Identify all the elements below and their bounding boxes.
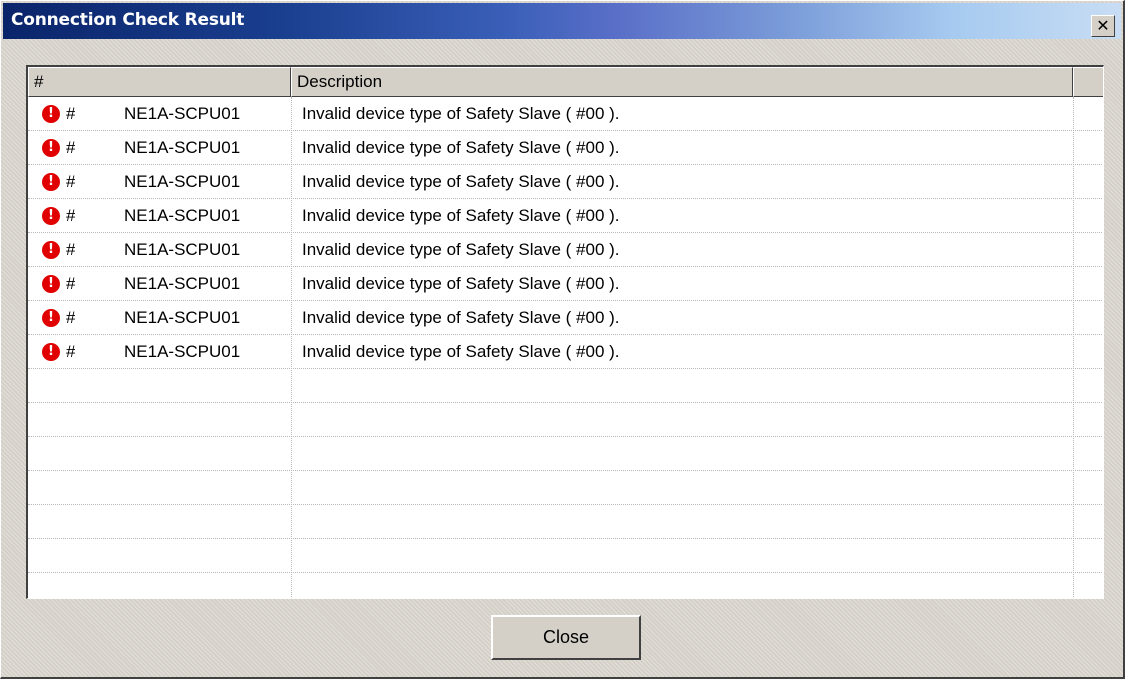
list-header: # Description — [28, 67, 1103, 97]
row-number: # — [66, 206, 76, 225]
error-icon: ! — [42, 173, 60, 191]
column-divider — [291, 97, 292, 598]
device-name: NE1A-SCPU01 — [124, 206, 241, 225]
column-header-number[interactable]: # — [28, 67, 291, 97]
row-number: # — [66, 172, 76, 191]
device-name: NE1A-SCPU01 — [124, 274, 241, 293]
window-close-button[interactable]: ✕ — [1091, 15, 1115, 37]
empty-row — [28, 505, 1103, 539]
row-number: # — [66, 308, 76, 327]
row-number: # — [66, 104, 76, 123]
description: Invalid device type of Safety Slave ( #0… — [302, 240, 620, 259]
empty-row — [28, 369, 1103, 403]
column-divider — [1073, 97, 1074, 598]
device-name: NE1A-SCPU01 — [124, 342, 241, 361]
description: Invalid device type of Safety Slave ( #0… — [302, 308, 620, 327]
table-row[interactable]: ! # NE1A-SCPU01 Invalid device type of Safe… — [28, 131, 1103, 165]
empty-row — [28, 539, 1103, 573]
connection-check-dialog: Connection Check Result ✕ # Description … — [0, 0, 1125, 679]
row-number: # — [66, 240, 76, 259]
description: Invalid device type of Safety Slave ( #0… — [302, 274, 620, 293]
column-header-description[interactable]: Description — [291, 67, 1073, 97]
row-number: # — [66, 274, 76, 293]
device-name: NE1A-SCPU01 — [124, 240, 241, 259]
close-icon: ✕ — [1096, 16, 1110, 35]
table-row[interactable]: ! # NE1A-SCPU01 Invalid device type of Safe… — [28, 199, 1103, 233]
description: Invalid device type of Safety Slave ( #0… — [302, 104, 620, 123]
empty-row — [28, 403, 1103, 437]
error-icon: ! — [42, 207, 60, 225]
error-icon: ! — [42, 139, 60, 157]
title-bar[interactable]: Connection Check Result — [3, 3, 1121, 39]
table-row[interactable]: ! # NE1A-SCPU01 Invalid device type of Safe… — [28, 233, 1103, 267]
description: Invalid device type of Safety Slave ( #0… — [302, 172, 620, 191]
error-icon: ! — [42, 105, 60, 123]
close-button[interactable]: Close — [491, 615, 641, 660]
row-number: # — [66, 342, 76, 361]
error-icon: ! — [42, 275, 60, 293]
column-header-extra[interactable] — [1073, 67, 1103, 97]
error-icon: ! — [42, 343, 60, 361]
empty-row — [28, 471, 1103, 505]
table-row[interactable]: ! # NE1A-SCPU01 Invalid device type of Safe… — [28, 301, 1103, 335]
device-name: NE1A-SCPU01 — [124, 104, 241, 123]
error-icon: ! — [42, 309, 60, 327]
empty-row — [28, 437, 1103, 471]
table-row[interactable]: ! # NE1A-SCPU01 Invalid device type of Safe… — [28, 97, 1103, 131]
results-list[interactable]: # Description ! # NE1A-SCPU01 Invalid devic… — [26, 65, 1104, 599]
description: Invalid device type of Safety Slave ( #0… — [302, 138, 620, 157]
device-name: NE1A-SCPU01 — [124, 172, 241, 191]
row-number: # — [66, 138, 76, 157]
device-name: NE1A-SCPU01 — [124, 308, 241, 327]
table-row[interactable]: ! # NE1A-SCPU01 Invalid device type of Safe… — [28, 335, 1103, 369]
table-row[interactable]: ! # NE1A-SCPU01 Invalid device type of Safe… — [28, 267, 1103, 301]
table-row[interactable]: ! # NE1A-SCPU01 Invalid device type of Safe… — [28, 165, 1103, 199]
description: Invalid device type of Safety Slave ( #0… — [302, 206, 620, 225]
error-icon: ! — [42, 241, 60, 259]
description: Invalid device type of Safety Slave ( #0… — [302, 342, 620, 361]
window-title: Connection Check Result — [11, 10, 245, 30]
empty-row — [28, 573, 1103, 598]
device-name: NE1A-SCPU01 — [124, 138, 241, 157]
